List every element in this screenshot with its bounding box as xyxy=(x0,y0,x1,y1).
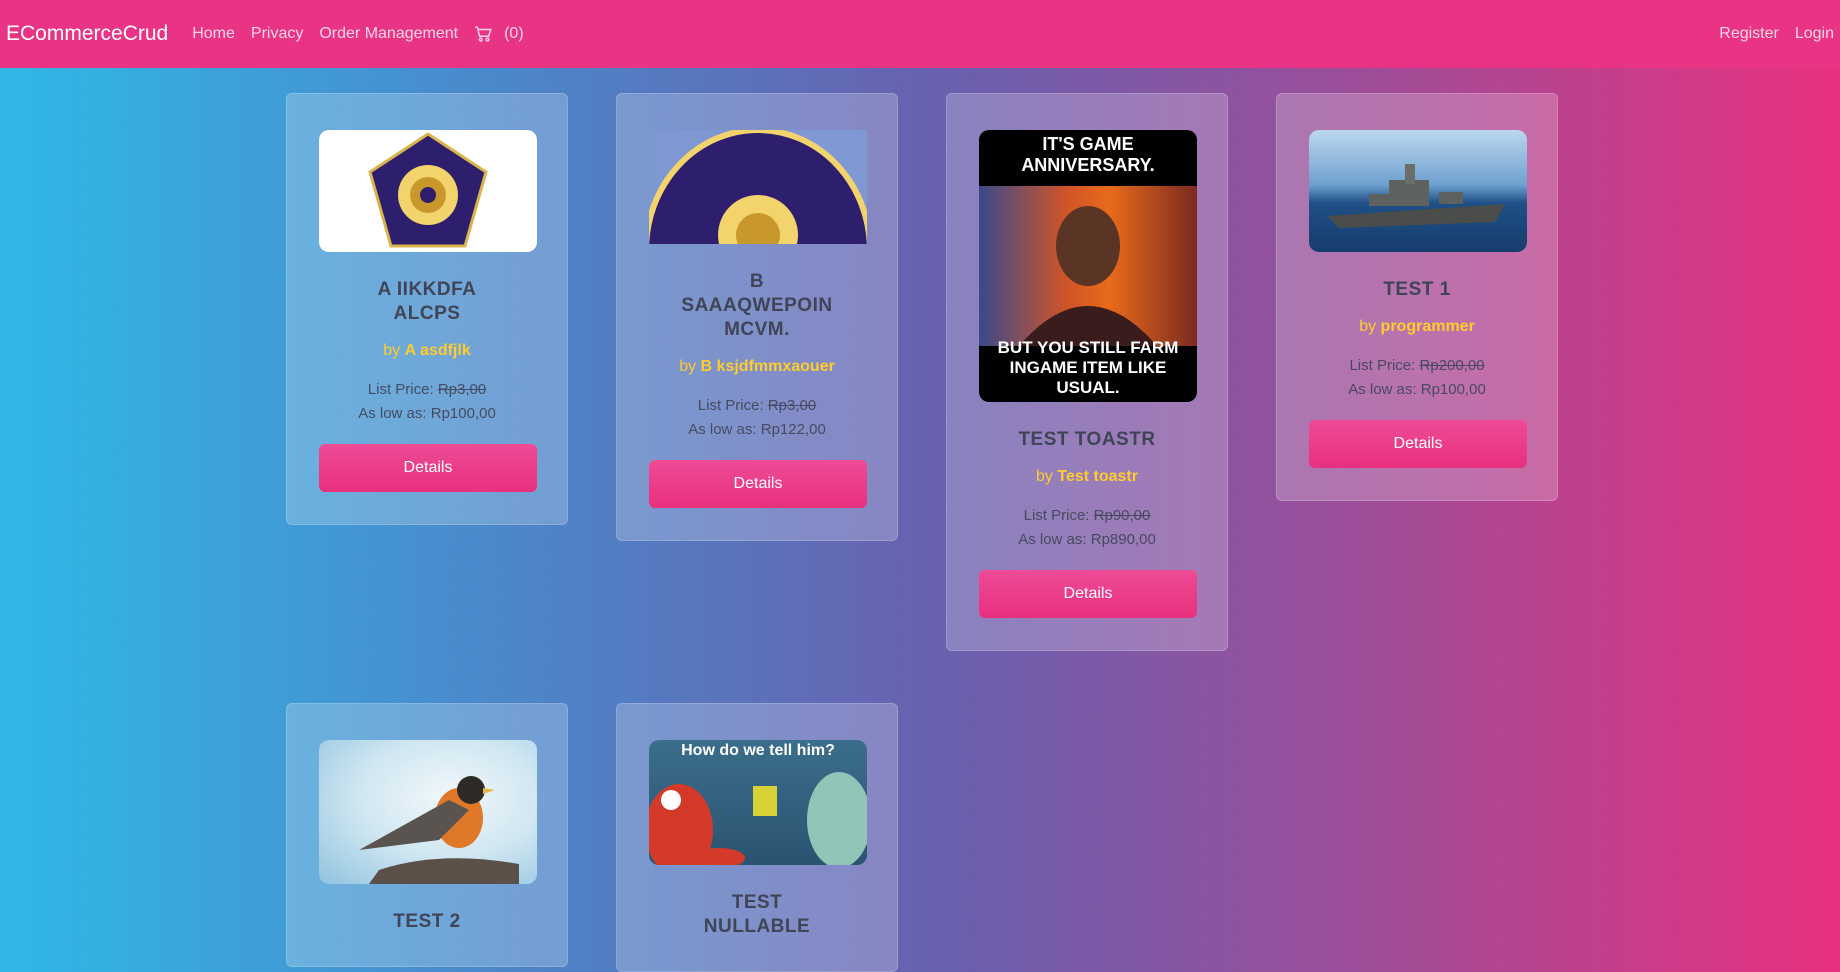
product-title: TEST NULLABLE xyxy=(703,892,811,937)
product-price: List Price: Rp90,00 As low as: Rp890,00 xyxy=(1018,507,1156,548)
brand-link[interactable]: ECommerceCrud xyxy=(6,22,168,46)
list-price-value: Rp3,00 xyxy=(767,397,817,414)
product-title: TEST 1 xyxy=(1383,279,1451,300)
low-price-value: Rp100,00 xyxy=(1420,381,1486,398)
low-price-value: Rp100,00 xyxy=(430,405,496,422)
product-card: A IIKKDFA ALCPS by A asdfjlk List Price:… xyxy=(286,93,568,525)
cart-icon xyxy=(475,26,492,42)
product-title: TEST TOASTR xyxy=(1018,429,1156,450)
product-image-meme: IT'S GAME ANNIVERSARY. BUT YOU STILL FAR… xyxy=(979,130,1197,402)
product-image-warship xyxy=(1309,130,1527,252)
product-image-meme: How do we tell him? xyxy=(649,740,867,865)
product-card: IT'S GAME ANNIVERSARY. BUT YOU STILL FAR… xyxy=(946,93,1228,651)
nav-order-management[interactable]: Order Management xyxy=(319,25,458,43)
product-image-bird xyxy=(319,740,537,884)
nav-register[interactable]: Register xyxy=(1719,25,1779,43)
navbar: ECommerceCrud Home Privacy Order Managem… xyxy=(0,0,1840,68)
product-author: by A asdfjlk xyxy=(383,342,471,359)
list-price-value: Rp90,00 xyxy=(1093,507,1151,524)
product-image-seal xyxy=(649,130,867,244)
product-card: TEST 2 xyxy=(286,703,568,967)
product-price: List Price: Rp3,00 As low as: Rp100,00 xyxy=(358,381,496,422)
nav-right: Register Login xyxy=(1703,25,1834,43)
nav-home[interactable]: Home xyxy=(192,25,235,43)
product-title: A IIKKDFA ALCPS xyxy=(377,279,477,324)
product-price: List Price: Rp3,00 As low as: Rp122,00 xyxy=(688,397,826,438)
list-price-value: Rp200,00 xyxy=(1419,357,1485,374)
product-title: TEST 2 xyxy=(393,911,461,932)
product-author: by B ksjdfmmxaouer xyxy=(679,358,835,375)
product-card: B SAAAQWEPOIN MCVM. by B ksjdfmmxaouer L… xyxy=(616,93,898,541)
details-button[interactable]: Details xyxy=(979,570,1197,618)
product-card: How do we tell him? TEST NULLABLE xyxy=(616,703,898,972)
product-price: List Price: Rp200,00 As low as: Rp100,00 xyxy=(1348,357,1486,398)
product-title: B SAAAQWEPOIN MCVM. xyxy=(681,271,833,340)
details-button[interactable]: Details xyxy=(1309,420,1527,468)
cart-link[interactable]: (0) xyxy=(474,25,524,43)
low-price-value: Rp122,00 xyxy=(760,421,826,438)
product-card: TEST 1 by programmer List Price: Rp200,0… xyxy=(1276,93,1558,501)
list-price-value: Rp3,00 xyxy=(437,381,487,398)
nav-login[interactable]: Login xyxy=(1795,25,1834,43)
details-button[interactable]: Details xyxy=(649,460,867,508)
cart-count: (0) xyxy=(504,25,524,42)
product-author: by Test toastr xyxy=(1036,468,1138,485)
product-image-seal xyxy=(319,130,537,252)
nav-privacy[interactable]: Privacy xyxy=(251,25,303,43)
details-button[interactable]: Details xyxy=(319,444,537,492)
low-price-value: Rp890,00 xyxy=(1090,531,1156,548)
product-author: by programmer xyxy=(1359,318,1475,335)
